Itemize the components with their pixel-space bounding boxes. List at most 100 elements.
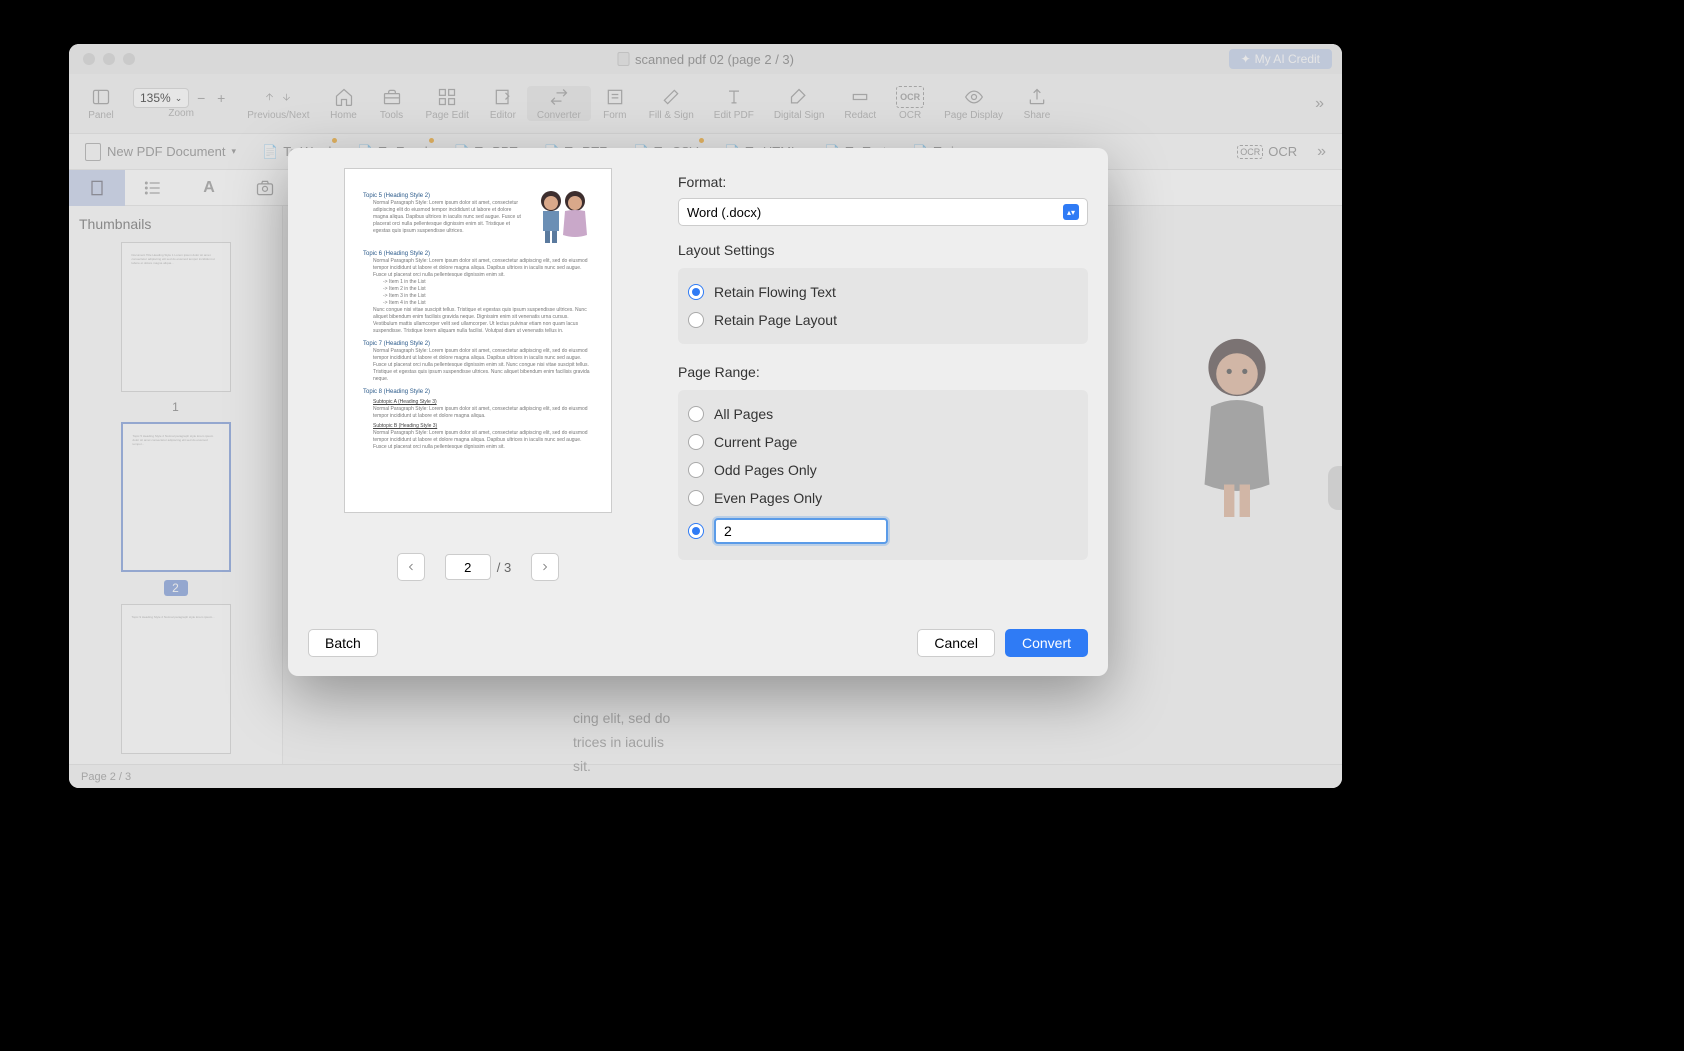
traffic-lights — [69, 53, 135, 65]
outline-tab[interactable] — [125, 170, 181, 206]
zoom-in-button[interactable]: + — [213, 90, 229, 106]
notification-dot — [429, 138, 434, 143]
thumbnails-tab[interactable] — [69, 170, 125, 206]
ocr-label: OCR — [899, 110, 921, 121]
digitalsign-tool[interactable]: Digital Sign — [764, 86, 835, 121]
radio-odd-pages[interactable]: Odd Pages Only — [686, 456, 1080, 484]
editpdf-label: Edit PDF — [714, 110, 754, 121]
character-illustration — [1172, 326, 1302, 526]
preview-pager: / 3 — [397, 553, 559, 581]
redact-icon — [846, 86, 874, 108]
ai-assistant-button[interactable]: 🤖 — [1328, 466, 1342, 510]
editor-tool[interactable]: Editor — [479, 86, 527, 121]
preview-page-total: / 3 — [497, 560, 511, 575]
share-tool[interactable]: Share — [1013, 86, 1061, 121]
notification-dot — [699, 138, 704, 143]
pageedit-tool[interactable]: Page Edit — [416, 86, 479, 121]
custom-range-input[interactable] — [714, 518, 888, 544]
chevron-down-icon: ⌄ — [175, 93, 183, 104]
status-bar: Page 2 / 3 — [69, 764, 1342, 788]
pageedit-label: Page Edit — [426, 110, 469, 121]
maximize-window-button[interactable] — [123, 53, 135, 65]
ai-credit-button[interactable]: ✦ My AI Credit — [1229, 49, 1332, 69]
home-icon — [330, 86, 358, 108]
close-window-button[interactable] — [83, 53, 95, 65]
radio-all-pages[interactable]: All Pages — [686, 400, 1080, 428]
arrows-icon — [264, 86, 292, 108]
panel-label: Panel — [88, 110, 114, 121]
radio-icon — [688, 462, 704, 478]
thumbnail-number-2: 2 — [164, 580, 188, 596]
tools-tool[interactable]: Tools — [368, 86, 416, 121]
prevnext-label: Previous/Next — [247, 110, 309, 121]
word-icon: 📄 — [262, 144, 278, 160]
grid-icon — [433, 86, 461, 108]
secondary-ocr-button[interactable]: OCROCR — [1229, 140, 1305, 163]
zoom-out-button[interactable]: − — [193, 90, 209, 106]
radio-even-pages[interactable]: Even Pages Only — [686, 484, 1080, 512]
prev-page-button[interactable] — [397, 553, 425, 581]
toolbar-overflow[interactable]: » — [1305, 95, 1334, 113]
panel-tool[interactable]: Panel — [77, 86, 125, 121]
zoom-select[interactable]: 135%⌄ — [133, 88, 189, 108]
next-page-button[interactable] — [531, 553, 559, 581]
convert-dialog: Topic 5 (Heading Style 2) Normal Paragra… — [288, 148, 1108, 676]
form-tool[interactable]: Form — [591, 86, 639, 121]
convert-button[interactable]: Convert — [1005, 629, 1088, 657]
zoom-label: Zoom — [168, 108, 194, 119]
form-column: Format: Word (.docx) ▴▾ Layout Settings … — [678, 168, 1088, 606]
sign-icon — [657, 86, 685, 108]
batch-button[interactable]: Batch — [308, 629, 378, 657]
home-label: Home — [330, 110, 357, 121]
zoom-tool: 135%⌄ − + Zoom — [125, 88, 237, 119]
editpdf-tool[interactable]: Edit PDF — [704, 86, 764, 121]
format-select[interactable]: Word (.docx) ▴▾ — [678, 198, 1088, 226]
thumbnail-page-3[interactable]: Topic 9 Heading Style 2 Normal paragraph… — [121, 604, 231, 754]
radio-icon — [688, 284, 704, 300]
page-range-label: Page Range: — [678, 364, 1088, 380]
fillsign-tool[interactable]: Fill & Sign — [639, 86, 704, 121]
new-doc-icon — [85, 143, 101, 161]
fillsign-label: Fill & Sign — [649, 110, 694, 121]
converter-icon — [545, 86, 573, 108]
radio-retain-page-layout[interactable]: Retain Page Layout — [686, 306, 1080, 334]
share-label: Share — [1024, 110, 1051, 121]
panel-icon — [87, 86, 115, 108]
snapshot-tab[interactable] — [237, 170, 293, 206]
radio-icon — [688, 312, 704, 328]
prevnext-tool[interactable]: Previous/Next — [237, 86, 319, 121]
notification-dot — [332, 138, 337, 143]
minimize-window-button[interactable] — [103, 53, 115, 65]
converter-tool[interactable]: Converter — [527, 86, 591, 121]
eye-icon — [960, 86, 988, 108]
new-pdf-label: New PDF Document — [107, 144, 225, 159]
preview-illustration — [533, 187, 593, 247]
pen-icon — [785, 86, 813, 108]
select-arrows-icon: ▴▾ — [1063, 204, 1079, 220]
radio-icon — [688, 406, 704, 422]
new-pdf-button[interactable]: New PDF Document ▾ — [77, 139, 244, 165]
home-tool[interactable]: Home — [320, 86, 368, 121]
preview-page-input[interactable] — [445, 554, 491, 580]
cancel-button[interactable]: Cancel — [917, 629, 995, 657]
layout-settings-group: Retain Flowing Text Retain Page Layout — [678, 268, 1088, 344]
page-range-group: All Pages Current Page Odd Pages Only Ev… — [678, 390, 1088, 560]
format-value: Word (.docx) — [687, 205, 761, 220]
window-title-text: scanned pdf 02 (page 2 / 3) — [635, 52, 794, 67]
tools-label: Tools — [380, 110, 403, 121]
radio-current-page[interactable]: Current Page — [686, 428, 1080, 456]
thumbnail-page-2[interactable]: Topic 5 Heading Style 2 Normal paragraph… — [121, 422, 231, 572]
thumbnail-page-1[interactable]: Document Title Heading Style 1 Lorem ips… — [121, 242, 231, 392]
redact-tool[interactable]: Redact — [834, 86, 886, 121]
annotations-tab[interactable]: A — [181, 170, 237, 206]
form-icon — [601, 86, 629, 108]
radio-custom-range[interactable] — [686, 512, 1080, 550]
radio-icon — [688, 490, 704, 506]
text-icon — [720, 86, 748, 108]
radio-retain-flowing[interactable]: Retain Flowing Text — [686, 278, 1080, 306]
titlebar: scanned pdf 02 (page 2 / 3) ✦ My AI Cred… — [69, 44, 1342, 74]
ocr-tool[interactable]: OCR OCR — [886, 86, 934, 121]
pagedisplay-tool[interactable]: Page Display — [934, 86, 1013, 121]
radio-icon — [688, 434, 704, 450]
secondary-overflow[interactable]: » — [1309, 143, 1334, 161]
